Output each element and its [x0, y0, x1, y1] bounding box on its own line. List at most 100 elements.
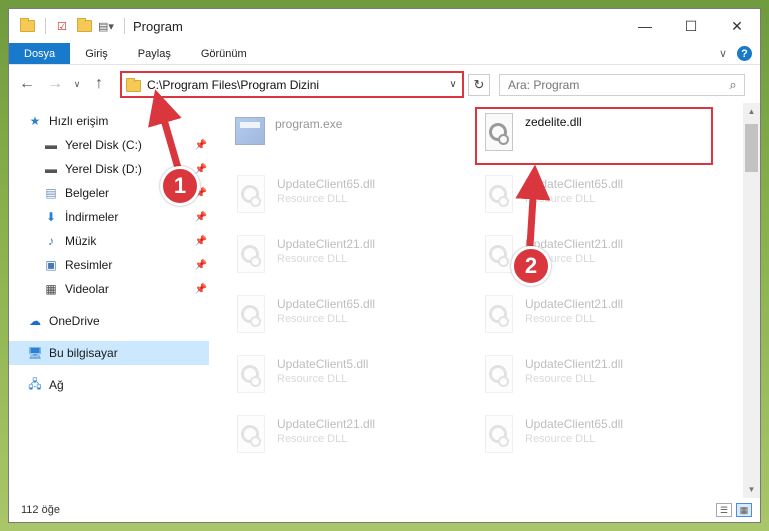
dll-file-icon	[233, 235, 269, 277]
file-item[interactable]: UpdateClient21.dll Resource DLL	[477, 351, 713, 401]
dll-file-icon	[233, 355, 269, 397]
tab-giris[interactable]: Giriş	[70, 43, 123, 64]
search-input[interactable]	[508, 78, 722, 92]
sidebar-item-label: Hızlı erişim	[49, 114, 109, 128]
file-description: Resource DLL	[277, 193, 348, 205]
close-button[interactable]: ✕	[714, 9, 760, 43]
file-name: UpdateClient65.dll	[277, 177, 376, 191]
scroll-down-icon[interactable]: ▼	[743, 481, 760, 498]
help-icon[interactable]: ?	[737, 46, 752, 61]
main-content: ★ Hızlı erişim ▬ Yerel Disk (C:) 📌 ▬ Yer…	[9, 103, 760, 498]
sidebar-item-onedrive[interactable]: ☁ OneDrive	[9, 309, 209, 333]
sidebar-item-quick-access[interactable]: ★ Hızlı erişim	[9, 109, 209, 133]
file-description: Resource DLL	[277, 433, 348, 445]
dll-file-icon	[481, 355, 517, 397]
sidebar-item-pictures[interactable]: ▣ Resimler 📌	[9, 253, 209, 277]
step-badge-2: 2	[511, 246, 551, 286]
file-item-selected[interactable]: zedelite.dll	[475, 107, 713, 165]
file-name: zedelite.dll	[525, 115, 582, 129]
recent-locations-icon[interactable]: ∨	[71, 72, 83, 96]
file-description: Resource DLL	[525, 373, 596, 385]
forward-arrow-icon[interactable]: →	[43, 72, 67, 96]
details-view-icon[interactable]: ☰	[716, 503, 732, 517]
exe-file-icon	[235, 117, 265, 145]
drive-icon: ▬	[45, 162, 57, 176]
address-bar[interactable]: C:\Program Files\Program Dizini ∨	[120, 71, 464, 98]
properties-icon[interactable]: ☑	[54, 19, 70, 33]
sidebar-item-label: İndirmeler	[65, 210, 119, 224]
file-description: Resource DLL	[277, 253, 348, 265]
file-item[interactable]: UpdateClient21.dll Resource DLL	[229, 231, 465, 281]
divider	[45, 18, 46, 34]
cloud-icon: ☁	[29, 314, 41, 328]
file-description: Resource DLL	[277, 313, 348, 325]
minimize-button[interactable]: —	[622, 9, 668, 43]
pin-icon[interactable]: 📌	[195, 140, 207, 151]
refresh-icon[interactable]: ↻	[468, 74, 490, 96]
maximize-button[interactable]: ☐	[668, 9, 714, 43]
tab-dosya[interactable]: Dosya	[9, 43, 71, 64]
back-arrow-icon[interactable]: ←	[15, 72, 39, 96]
sidebar-item-label: Bu bilgisayar	[49, 346, 118, 360]
vertical-scrollbar[interactable]: ▲ ▼	[743, 103, 760, 498]
sidebar-item-disk-c[interactable]: ▬ Yerel Disk (C:) 📌	[9, 133, 209, 157]
sidebar-item-this-pc[interactable]: 🖥 Bu bilgisayar	[9, 341, 209, 365]
dll-file-icon	[481, 295, 517, 337]
item-count: 112 öğe	[21, 504, 60, 516]
pin-icon[interactable]: 📌	[195, 284, 207, 295]
sidebar-item-videos[interactable]: ▦ Videolar 📌	[9, 277, 209, 301]
file-description: Resource DLL	[525, 433, 596, 445]
dll-file-icon	[233, 415, 269, 457]
address-path[interactable]: C:\Program Files\Program Dizini	[147, 78, 444, 92]
pin-icon[interactable]: 📌	[195, 236, 207, 247]
scroll-up-icon[interactable]: ▲	[743, 103, 760, 120]
tab-paylas[interactable]: Paylaş	[123, 43, 186, 64]
dll-file-icon	[481, 415, 517, 457]
up-arrow-icon[interactable]: ↑	[87, 72, 111, 96]
file-name: UpdateClient5.dll	[277, 357, 369, 371]
file-name: UpdateClient65.dll	[525, 417, 624, 431]
sidebar-item-music[interactable]: ♪ Müzik 📌	[9, 229, 209, 253]
file-item[interactable]: UpdateClient5.dll Resource DLL	[229, 351, 465, 401]
file-item[interactable]: UpdateClient65.dll Resource DLL	[477, 411, 713, 461]
file-name: UpdateClient21.dll	[277, 417, 376, 431]
tab-gorunum[interactable]: Görünüm	[186, 43, 262, 64]
file-name: program.exe	[275, 117, 343, 131]
file-name: UpdateClient21.dll	[525, 297, 624, 311]
file-description: Resource DLL	[277, 373, 348, 385]
drive-icon: ▬	[45, 138, 57, 152]
file-description: Resource DLL	[525, 193, 596, 205]
music-icon: ♪	[48, 234, 54, 248]
sidebar-item-label: Yerel Disk (C:)	[65, 138, 142, 152]
file-item[interactable]: UpdateClient65.dll Resource DLL	[229, 171, 465, 221]
file-item[interactable]: UpdateClient65.dll Resource DLL	[477, 171, 713, 221]
pin-icon[interactable]: 📌	[195, 260, 207, 271]
file-name: UpdateClient21.dll	[525, 357, 624, 371]
pictures-icon: ▣	[45, 258, 57, 272]
expand-ribbon-icon[interactable]: ∨	[719, 47, 727, 60]
pin-icon[interactable]: 📌	[195, 164, 207, 175]
file-name: UpdateClient21.dll	[277, 237, 376, 251]
scroll-thumb[interactable]	[745, 124, 758, 172]
chevron-down-icon[interactable]: ∨	[444, 79, 462, 90]
file-item[interactable]: UpdateClient21.dll Resource DLL	[229, 411, 465, 461]
folder-icon	[19, 18, 35, 33]
file-item[interactable]: program.exe	[229, 111, 465, 161]
file-description: Resource DLL	[525, 313, 596, 325]
dll-file-icon	[233, 295, 269, 337]
customize-toolbar-icon[interactable]: ▤▾	[98, 19, 114, 33]
new-folder-icon[interactable]	[76, 18, 92, 33]
search-box[interactable]: ⌕	[499, 74, 745, 96]
tiles-view-icon[interactable]: ▦	[736, 503, 752, 517]
file-item[interactable]: UpdateClient65.dll Resource DLL	[229, 291, 465, 341]
search-icon[interactable]: ⌕	[722, 77, 744, 93]
sidebar-item-network[interactable]: 🖧 Ağ	[9, 373, 209, 397]
explorer-window: ☑ ▤▾ Program — ☐ ✕ Dosya Giriş Paylaş Gö…	[8, 8, 761, 523]
pin-icon[interactable]: 📌	[195, 212, 207, 223]
dll-file-icon	[481, 175, 517, 217]
navigation-bar: ← → ∨ ↑ C:\Program Files\Program Dizini …	[9, 65, 760, 103]
title-bar: ☑ ▤▾ Program — ☐ ✕	[9, 9, 760, 43]
file-item[interactable]: UpdateClient21.dll Resource DLL	[477, 291, 713, 341]
folder-icon	[126, 77, 141, 92]
sidebar-item-downloads[interactable]: ⬇ İndirmeler 📌	[9, 205, 209, 229]
